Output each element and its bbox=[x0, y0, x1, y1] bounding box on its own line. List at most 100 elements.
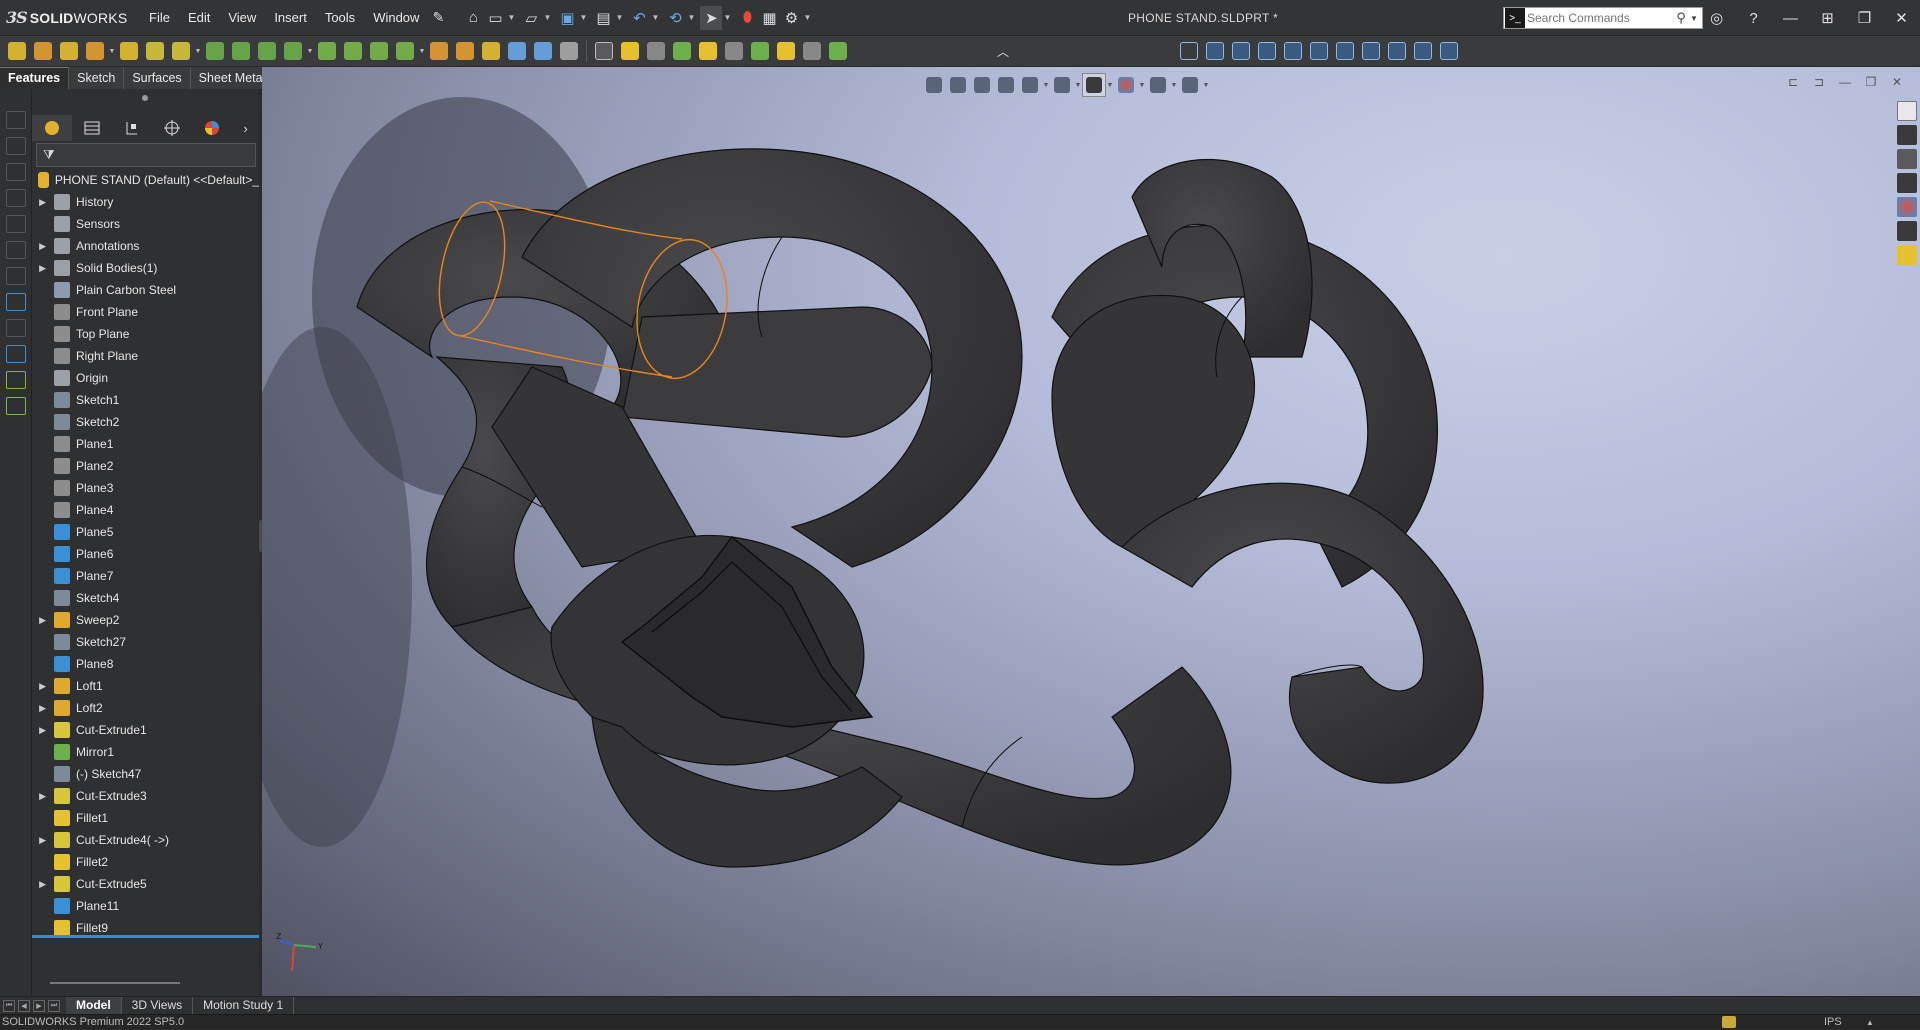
apply-scene-dropdown[interactable]: ▼ bbox=[1170, 82, 1178, 89]
options-dropdown[interactable]: ▼ bbox=[802, 6, 812, 30]
tab-surfaces[interactable]: Surfaces bbox=[124, 67, 191, 89]
menu-window[interactable]: Window bbox=[364, 0, 428, 36]
rebuild-icon[interactable]: ⟲ bbox=[664, 6, 686, 30]
shortcut-10-icon[interactable] bbox=[6, 345, 26, 363]
menu-tools[interactable]: Tools bbox=[316, 0, 364, 36]
expand-arrow-icon[interactable]: ▶ bbox=[32, 681, 54, 692]
mysolidworks-icon[interactable] bbox=[1897, 245, 1917, 265]
tree-item[interactable]: Plane7 bbox=[32, 565, 259, 587]
tree-item[interactable]: Sketch1 bbox=[32, 389, 259, 411]
tree-item[interactable]: Origin bbox=[32, 367, 259, 389]
graphics-area[interactable]: ▼ ▼ ▼ ▼ ▼ ▼ ⊏ ⊐ — ❐ ✕ Z Y bbox=[262, 67, 1920, 1006]
expand-arrow-icon[interactable]: ▶ bbox=[32, 835, 54, 846]
search-icon[interactable]: ⚲ bbox=[1672, 10, 1690, 26]
left-view-icon[interactable] bbox=[1254, 38, 1280, 64]
interference-icon[interactable] bbox=[825, 38, 851, 64]
prev-tab-icon[interactable]: ◀ bbox=[18, 999, 30, 1012]
print-icon[interactable]: ▤ bbox=[592, 6, 614, 30]
print-dropdown[interactable]: ▼ bbox=[614, 6, 624, 30]
tree-item[interactable]: Sketch2 bbox=[32, 411, 259, 433]
section-view-icon[interactable] bbox=[994, 73, 1018, 97]
home-icon[interactable]: ⌂ bbox=[462, 6, 484, 30]
menu-insert[interactable]: Insert bbox=[265, 0, 316, 36]
tree-item[interactable]: Plane6 bbox=[32, 543, 259, 565]
tree-item[interactable]: Sensors bbox=[32, 213, 259, 235]
linear-pattern-icon[interactable] bbox=[340, 38, 366, 64]
instant3d-icon[interactable] bbox=[591, 38, 617, 64]
tree-item[interactable]: ▶ Loft2 bbox=[32, 697, 259, 719]
rib-icon[interactable] bbox=[366, 38, 392, 64]
viewport-arrow-right-icon[interactable]: ⊐ bbox=[1806, 75, 1832, 93]
tree-item[interactable]: Plain Carbon Steel bbox=[32, 279, 259, 301]
reference-geometry-icon[interactable] bbox=[530, 38, 556, 64]
view-orientation-icon[interactable] bbox=[1018, 73, 1042, 97]
configuration-manager-tab-icon[interactable] bbox=[112, 115, 152, 141]
rebuild-status-icon[interactable] bbox=[1722, 1016, 1736, 1028]
menu-view[interactable]: View bbox=[219, 0, 265, 36]
back-view-icon[interactable] bbox=[1228, 38, 1254, 64]
tile-windows-icon[interactable]: ⊞ bbox=[1809, 0, 1846, 36]
search-commands-input[interactable] bbox=[1527, 11, 1672, 25]
shortcut-9-icon[interactable] bbox=[6, 319, 26, 337]
shortcut-8-icon[interactable] bbox=[6, 293, 26, 311]
tree-item[interactable]: Right Plane bbox=[32, 345, 259, 367]
boundary-cut-dropdown[interactable]: ▼ bbox=[306, 48, 314, 55]
extruded-boss-icon[interactable] bbox=[4, 38, 30, 64]
right-view-icon[interactable] bbox=[1280, 38, 1306, 64]
tree-item[interactable]: ▶ Cut-Extrude3 bbox=[32, 785, 259, 807]
tree-item[interactable]: ▶ Annotations bbox=[32, 235, 259, 257]
expand-arrow-icon[interactable]: ▶ bbox=[32, 615, 54, 626]
model-tab-model[interactable]: Model bbox=[66, 997, 122, 1014]
display-style-icon[interactable] bbox=[1050, 73, 1074, 97]
expand-arrow-icon[interactable]: ▶ bbox=[32, 791, 54, 802]
tree-item[interactable]: Fillet1 bbox=[32, 807, 259, 829]
menu-file[interactable]: File bbox=[140, 0, 179, 36]
tab-features[interactable]: Features bbox=[0, 67, 70, 89]
tree-item[interactable]: ▶ History bbox=[32, 191, 259, 213]
tree-root-part[interactable]: PHONE STAND (Default) <<Default>_ bbox=[32, 169, 259, 191]
shortcut-7-icon[interactable] bbox=[6, 267, 26, 285]
view-settings-dropdown[interactable]: ▼ bbox=[1202, 82, 1210, 89]
open-folder-icon[interactable]: ▱ bbox=[520, 6, 542, 30]
measure-icon[interactable] bbox=[643, 38, 669, 64]
display-manager-tab-icon[interactable] bbox=[192, 115, 232, 141]
rollback-bar[interactable] bbox=[32, 935, 259, 938]
expand-arrow-icon[interactable]: ▶ bbox=[32, 241, 54, 252]
help-icon[interactable]: ? bbox=[1735, 0, 1772, 36]
top-view-icon[interactable] bbox=[1306, 38, 1332, 64]
new-dropdown[interactable]: ▼ bbox=[506, 6, 516, 30]
new-document-icon[interactable]: ▭ bbox=[484, 6, 506, 30]
apply-scene-icon[interactable] bbox=[1146, 73, 1170, 97]
view-settings-icon[interactable] bbox=[1178, 73, 1202, 97]
lofted-boss-icon[interactable] bbox=[82, 38, 108, 64]
file-explorer-icon[interactable] bbox=[1897, 149, 1917, 169]
close-icon[interactable]: ✕ bbox=[1883, 0, 1920, 36]
boundary-boss-icon[interactable] bbox=[116, 38, 142, 64]
hide-show-items-dropdown[interactable]: ▼ bbox=[1106, 82, 1114, 89]
section-view-icon[interactable] bbox=[695, 38, 721, 64]
tree-item[interactable]: ▶ Cut-Extrude4( ->) bbox=[32, 829, 259, 851]
panel-handle-icon[interactable] bbox=[142, 95, 148, 101]
open-dropdown[interactable]: ▼ bbox=[542, 6, 552, 30]
rebuild-dropdown[interactable]: ▼ bbox=[686, 6, 696, 30]
tree-item[interactable]: ▶ Loft1 bbox=[32, 675, 259, 697]
expand-tabs-icon[interactable]: › bbox=[232, 115, 259, 141]
property-manager-tab-icon[interactable] bbox=[72, 115, 112, 141]
feature-tree-tab-icon[interactable] bbox=[32, 115, 72, 141]
tree-item[interactable]: Plane4 bbox=[32, 499, 259, 521]
save-dropdown[interactable]: ▼ bbox=[578, 6, 588, 30]
hole-wizard-dropdown[interactable]: ▼ bbox=[194, 48, 202, 55]
shortcut-4-icon[interactable] bbox=[6, 189, 26, 207]
previous-view-icon[interactable] bbox=[970, 73, 994, 97]
shortcut-12-icon[interactable] bbox=[6, 397, 26, 415]
expand-arrow-icon[interactable]: ▶ bbox=[32, 725, 54, 736]
curves-icon[interactable] bbox=[556, 38, 582, 64]
phone-stand-model[interactable] bbox=[262, 67, 1920, 1006]
view-palette-icon[interactable] bbox=[1897, 173, 1917, 193]
solidworks-resources-icon[interactable] bbox=[1897, 101, 1917, 121]
fillet-icon[interactable] bbox=[314, 38, 340, 64]
undo-icon[interactable]: ↶ bbox=[628, 6, 650, 30]
traffic-light-icon[interactable]: ⬮ bbox=[736, 6, 758, 30]
tree-item[interactable]: Top Plane bbox=[32, 323, 259, 345]
tree-item[interactable]: Fillet2 bbox=[32, 851, 259, 873]
